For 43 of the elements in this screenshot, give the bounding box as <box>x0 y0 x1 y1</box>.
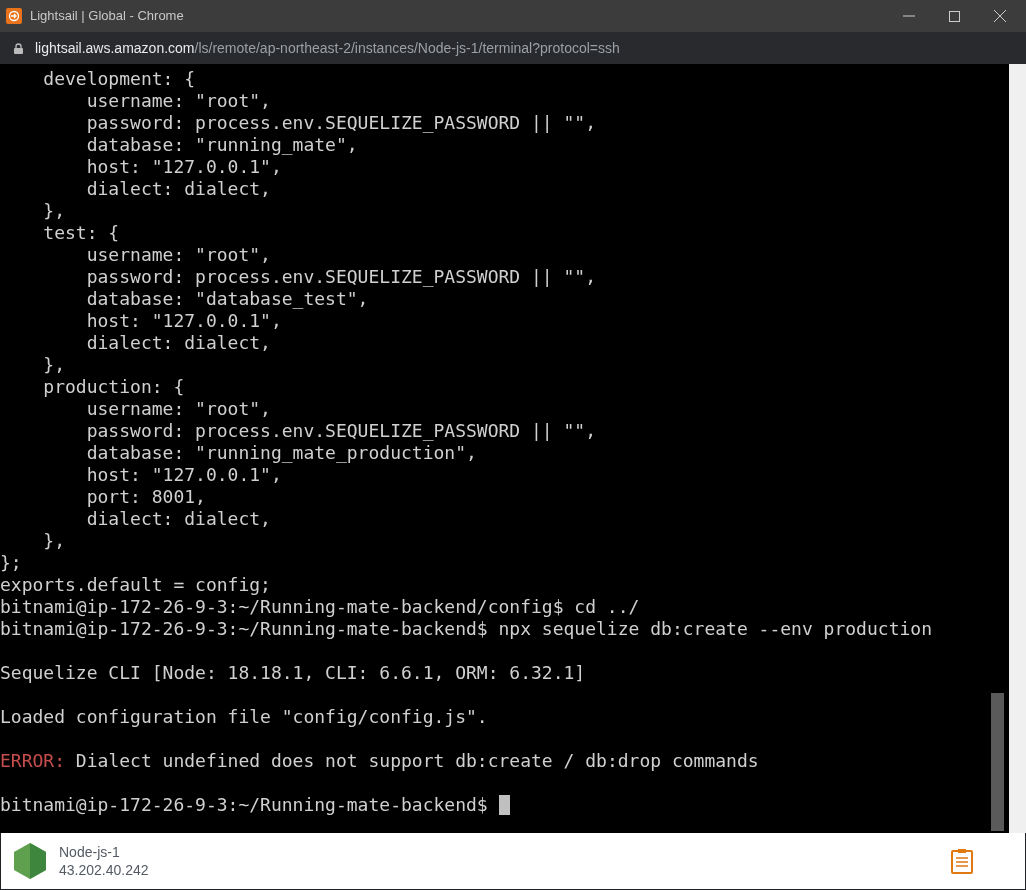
terminal-line: port: 8001, <box>85 486 206 508</box>
close-icon[interactable] <box>994 10 1006 22</box>
terminal-line: }; <box>0 552 22 574</box>
terminal-line: exports.default = config; <box>0 574 271 596</box>
instance-name: Node-js-1 <box>59 843 121 861</box>
lock-icon <box>14 42 23 54</box>
terminal-line: database: "database_test", <box>85 288 369 310</box>
terminal-line: database: "running_mate_production", <box>85 442 477 464</box>
terminal-line: development: { <box>42 68 196 90</box>
terminal-line: production: { <box>42 376 185 398</box>
terminal-line: test: { <box>42 222 120 244</box>
terminal-line: password: process.env.SEQUELIZE_PASSWORD || "", <box>85 112 597 134</box>
terminal-line: username: "root", <box>85 398 271 420</box>
terminal-line: bitnami@ip-172-26-9-3:~/Running-mate-backend$ npx sequelize db:create --env production <box>0 618 932 640</box>
terminal-line: Loaded configuration file "config/config.js". <box>0 706 488 728</box>
terminal-line: host: "127.0.0.1", <box>85 156 282 178</box>
terminal-line: Sequelize CLI [Node: 18.18.1, CLI: 6.6.1, ORM: 6.32.1] <box>0 662 586 684</box>
maximize-icon[interactable] <box>949 10 960 22</box>
url-text: lightsail.aws.amazon.com/ls/remote/ap-northeast-2/instances/Node-js-1/terminal?protocol=ssh <box>35 38 620 58</box>
terminal-line: database: "running_mate", <box>85 134 358 156</box>
terminal-line: password: process.env.SEQUELIZE_PASSWORD || "", <box>85 266 597 288</box>
terminal-line: }, <box>42 530 66 552</box>
terminal-line: dialect: dialect, <box>85 508 271 530</box>
clipboard-icon[interactable] <box>951 848 973 874</box>
terminal-line: bitnami@ip-172-26-9-3:~/Running-mate-backend/config$ cd ../ <box>0 596 640 618</box>
terminal-line: username: "root", <box>85 90 271 112</box>
terminal-line: password: process.env.SEQUELIZE_PASSWORD || "", <box>85 420 597 442</box>
terminal-line: dialect: dialect, <box>85 332 271 354</box>
page-scrollbar[interactable] <box>1009 64 1026 833</box>
address-bar[interactable]: lightsail.aws.amazon.com/ls/remote/ap-northeast-2/instances/Node-js-1/terminal?protocol=ssh <box>0 32 1026 64</box>
terminal-line: }, <box>42 354 66 376</box>
terminal-line: }, <box>42 200 66 222</box>
terminal-line: host: "127.0.0.1", <box>85 464 282 486</box>
hexagon-icon <box>13 842 47 880</box>
app-icon <box>6 8 22 24</box>
scrollbar-thumb[interactable] <box>991 693 1004 831</box>
terminal-line: ERROR: Dialect undefined does not support db:create / db:drop commands <box>0 750 759 772</box>
instance-ip: 43.202.40.242 <box>59 861 149 879</box>
terminal-line: host: "127.0.0.1", <box>85 310 282 332</box>
window-title: Lightsail | Global - Chrome <box>30 7 184 26</box>
terminal-line: dialect: dialect, <box>85 178 271 200</box>
terminal-line: username: "root", <box>85 244 271 266</box>
terminal-line: bitnami@ip-172-26-9-3:~/Running-mate-backend$ <box>0 794 489 816</box>
